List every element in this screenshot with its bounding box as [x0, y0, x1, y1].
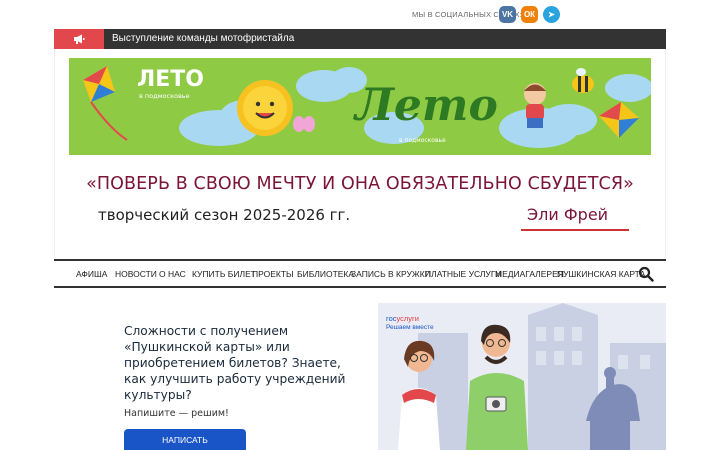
- sun-icon: [237, 80, 293, 136]
- search-icon[interactable]: [638, 266, 654, 282]
- gosuslugi-logo: госуслуги: [386, 314, 419, 323]
- quote-author: Эли Фрей: [527, 205, 609, 224]
- news-ticker: Выступление команды мотофристайла: [54, 29, 666, 49]
- nav-item-afisha[interactable]: АФИША: [76, 269, 107, 279]
- vk-icon[interactable]: VK: [499, 6, 516, 23]
- write-button[interactable]: НАПИСАТЬ: [124, 429, 246, 450]
- author-underline: [521, 229, 629, 231]
- megaphone-icon: [54, 29, 104, 49]
- summer-banner[interactable]: ЛЕТО в подмосковье Лето в подмосковье: [69, 58, 651, 155]
- nav-item-projects[interactable]: ПРОЕКТЫ: [252, 269, 294, 279]
- svg-text:в подмосковье: в подмосковье: [139, 92, 190, 100]
- leto-script: Лето: [353, 80, 498, 131]
- gosuslugi-tagline: Решаем вместе: [386, 324, 434, 331]
- nav-item-clubs[interactable]: ЗАПИСЬ В КРУЖКИ: [351, 269, 431, 279]
- main-nav: АФИША НОВОСТИ О НАС КУПИТЬ БИЛЕТ ПРОЕКТЫ…: [54, 259, 666, 288]
- season-title: творческий сезон 2025-2026 гг.: [98, 206, 351, 224]
- woman-figure-icon: [398, 340, 440, 450]
- nav-item-paid-services[interactable]: ПЛАТНЫЕ УСЛУГИ: [425, 269, 502, 279]
- nav-item-news[interactable]: НОВОСТИ: [115, 269, 157, 279]
- ticker-link[interactable]: Выступление команды мотофристайла: [112, 33, 294, 44]
- feedback-subtext: Напишите — решим!: [124, 408, 229, 419]
- top-bar: МЫ В СОЦИАЛЬНЫХ СЕТЯХ: VK ОК ➤: [0, 0, 720, 28]
- nav-item-buy-ticket[interactable]: КУПИТЬ БИЛЕТ: [192, 269, 256, 279]
- nav-item-pushkin-card[interactable]: ПУШКИНСКАЯ КАРТА: [557, 269, 645, 279]
- leto-logo: ЛЕТО: [137, 67, 204, 92]
- svg-text:в подмосковье: в подмосковье: [399, 137, 446, 144]
- telegram-icon[interactable]: ➤: [543, 6, 560, 23]
- child-figure-icon: [524, 83, 546, 128]
- odnoklassniki-icon[interactable]: ОК: [521, 6, 538, 23]
- feedback-headline: Сложности с получением «Пушкинской карты…: [124, 324, 346, 402]
- page-slogan: «ПОВЕРЬ В СВОЮ МЕЧТУ И ОНА ОБЯЗАТЕЛЬНО С…: [86, 174, 634, 194]
- nav-item-media-gallery[interactable]: МЕДИАГАЛЕРЕЯ: [495, 269, 564, 279]
- nav-item-library[interactable]: БИБЛИОТЕКА: [297, 269, 354, 279]
- nav-item-about[interactable]: О НАС: [159, 269, 186, 279]
